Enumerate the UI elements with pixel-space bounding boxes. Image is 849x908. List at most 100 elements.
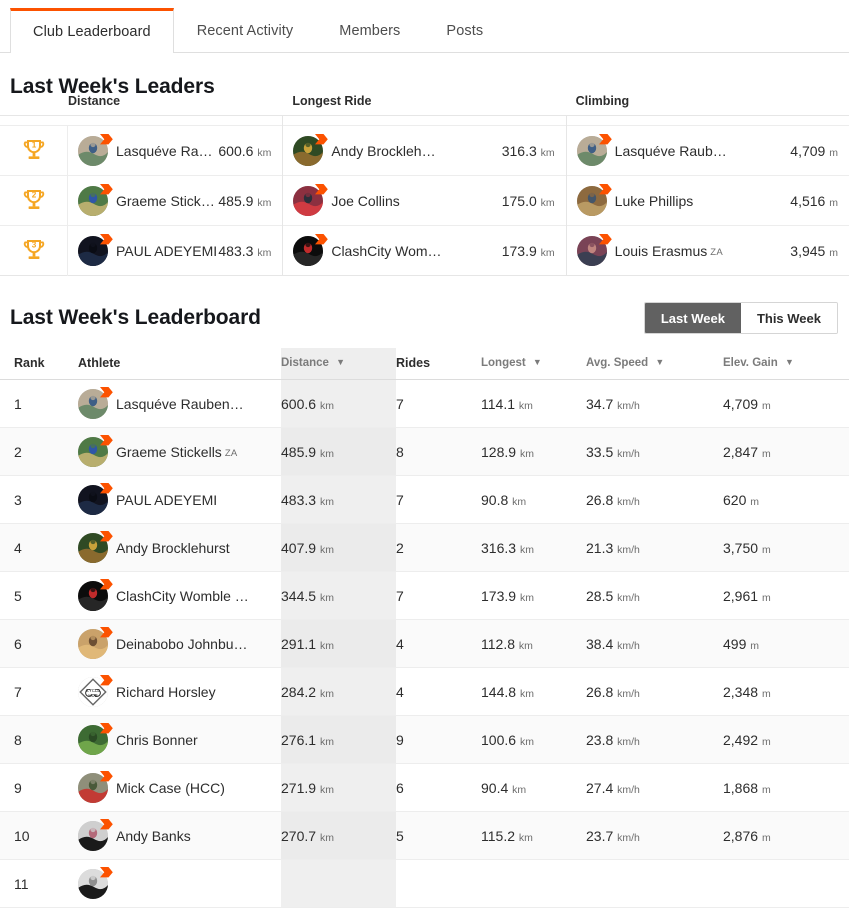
cell-athlete[interactable]: Chris Bonner: [78, 715, 281, 764]
leader-name[interactable]: Luke Phillips: [615, 193, 694, 209]
cell-distance: 407.9 km: [281, 523, 396, 572]
cell-rank: 4: [0, 523, 78, 572]
athlete-name[interactable]: Andy Banks: [116, 828, 191, 844]
avatar[interactable]: [293, 183, 329, 216]
cell-athlete[interactable]: Lasquéve Rauben…: [78, 380, 281, 428]
cell-elev-gain: 4,709 m: [723, 395, 771, 412]
table-row[interactable]: 9 Mick Case (HCC) 271.9 km 6 90.4 km 27.4 km/…: [0, 763, 849, 812]
cell-athlete[interactable]: Andy Brocklehurst: [78, 523, 281, 572]
avatar[interactable]: [293, 233, 329, 266]
column-header-dist[interactable]: Distance ▼: [281, 348, 396, 380]
leader-athlete[interactable]: Lasquéve Raub…: [567, 133, 791, 166]
avatar[interactable]: [78, 626, 113, 659]
avatar[interactable]: [78, 770, 113, 803]
avatar[interactable]: [78, 233, 113, 266]
avatar[interactable]: [78, 866, 113, 899]
cell-athlete[interactable]: Andy Banks: [78, 811, 281, 860]
toggle-this-week[interactable]: This Week: [740, 303, 837, 333]
athlete-name[interactable]: Andy Brocklehurst: [116, 540, 230, 556]
leader-athlete[interactable]: Louis Erasmus ZA: [567, 233, 791, 266]
column-header-long[interactable]: Longest ▼: [481, 348, 586, 380]
leaders-column-longest-ride: Longest Ride1Andy Brockleh…316.3 km2Joe …: [282, 94, 566, 275]
avatar[interactable]: [78, 722, 113, 755]
avatar[interactable]: [78, 818, 113, 851]
leader-row[interactable]: 2 Graeme Stickel… 485.9 km: [0, 175, 283, 226]
cell-athlete[interactable]: Graeme Stickells ZA: [78, 427, 281, 476]
tab-members[interactable]: Members: [316, 8, 423, 52]
leader-row[interactable]: 1Lasquéve Raub…4,709 m: [566, 125, 849, 175]
column-header-elev[interactable]: Elev. Gain ▼: [723, 348, 849, 380]
leader-athlete[interactable]: Lasquéve Raub…: [68, 133, 218, 166]
leader-athlete[interactable]: Luke Phillips: [567, 183, 791, 216]
table-row[interactable]: 5 ClashCity Womble … 344.5 km 7 173.9 km 28.5…: [0, 571, 849, 620]
cell-athlete[interactable]: Mick Case (HCC): [78, 764, 281, 812]
athlete-name[interactable]: Richard Horsley: [116, 684, 216, 700]
leader-value-unit: m: [829, 196, 838, 209]
cell-athlete[interactable]: Deinabobo Johnbu…: [78, 619, 281, 668]
cell-distance: 284.2 km: [281, 667, 396, 716]
athlete-name[interactable]: Chris Bonner: [116, 732, 198, 748]
table-row[interactable]: 1 Lasquéve Rauben… 600.6 km 7 114.1 km 34.7 k…: [0, 379, 849, 428]
leaders-column-header: Distance: [68, 94, 121, 108]
table-row[interactable]: 4 Andy Brocklehurst 407.9 km 2 316.3 km 21.3 …: [0, 523, 849, 572]
avatar[interactable]: [78, 482, 113, 515]
leader-name[interactable]: Lasquéve Raub…: [615, 143, 727, 159]
leader-name[interactable]: Andy Brockleh…: [331, 143, 435, 159]
table-row[interactable]: 2 Graeme Stickells ZA 485.9 km 8 128.9 km 33.5…: [0, 427, 849, 476]
cell-athlete[interactable]: [78, 860, 281, 908]
athlete-name[interactable]: ClashCity Womble …: [116, 588, 249, 604]
athlete-name[interactable]: Graeme Stickells ZA: [116, 444, 238, 460]
cell-longest: 173.9 km: [481, 587, 534, 604]
leader-name[interactable]: Lasquéve Raub…: [116, 143, 218, 159]
leader-name[interactable]: Joe Collins: [331, 193, 399, 209]
tab-club-leaderboard[interactable]: Club Leaderboard: [10, 8, 174, 53]
athlete-name[interactable]: PAUL ADEYEMI: [116, 492, 217, 508]
leader-athlete[interactable]: Andy Brockleh…: [283, 133, 501, 166]
leader-name[interactable]: Graeme Stickel…: [116, 193, 218, 209]
table-row[interactable]: 7 CYCLE HUB Richard Horsley 284.2 km 4 144.8 k…: [0, 667, 849, 716]
leader-row[interactable]: 3Louis ErasmusZA3,945 m: [566, 225, 849, 275]
athlete-name[interactable]: Mick Case (HCC): [116, 780, 225, 796]
leader-row[interactable]: 3 PAUL ADEYEMI 483.3 km: [0, 225, 283, 276]
leader-row[interactable]: 2Luke Phillips4,516 m: [566, 175, 849, 225]
leader-row[interactable]: 2Joe Collins175.0 km: [283, 175, 566, 225]
table-row[interactable]: 10 Andy Banks 270.7 km 5 115.2 km 23.7 km/h 2,…: [0, 811, 849, 860]
tab-recent-activity[interactable]: Recent Activity: [174, 8, 317, 52]
table-row[interactable]: 6 Deinabobo Johnbu… 291.1 km 4 112.8 km 38.4 …: [0, 619, 849, 668]
athlete-name[interactable]: Deinabobo Johnbu…: [116, 636, 248, 652]
leaderboard-table-body: 1 Lasquéve Rauben… 600.6 km 7 114.1 km 34.7 k…: [0, 379, 849, 908]
leader-name[interactable]: PAUL ADEYEMI: [116, 243, 217, 259]
avatar[interactable]: [78, 183, 113, 216]
avatar[interactable]: CYCLE HUB: [78, 674, 113, 707]
leader-row[interactable]: 1 Lasquéve Raub… 600.6 km: [0, 125, 283, 176]
avatar[interactable]: [576, 233, 612, 266]
cell-athlete[interactable]: ClashCity Womble …: [78, 572, 281, 620]
athlete-name[interactable]: Lasquéve Rauben…: [116, 396, 244, 412]
column-header-spd[interactable]: Avg. Speed ▼: [586, 348, 723, 380]
avatar[interactable]: [576, 183, 612, 216]
avatar-image-road-cyclist: [576, 135, 607, 166]
leader-athlete[interactable]: PAUL ADEYEMI: [68, 233, 218, 266]
leader-row[interactable]: 3ClashCity Wom…173.9 km: [283, 225, 566, 275]
avatar[interactable]: [78, 133, 113, 166]
leader-athlete[interactable]: Graeme Stickel…: [68, 183, 218, 216]
toggle-last-week[interactable]: Last Week: [644, 303, 741, 333]
leader-athlete[interactable]: Joe Collins: [283, 183, 501, 216]
avatar[interactable]: [576, 133, 612, 166]
avatar[interactable]: [78, 530, 113, 563]
avatar[interactable]: [293, 133, 329, 166]
leader-name[interactable]: ClashCity Wom…: [331, 243, 441, 259]
leader-athlete[interactable]: ClashCity Wom…: [283, 233, 501, 266]
table-row[interactable]: 8 Chris Bonner 276.1 km 9 100.6 km 23.8 km/h 2…: [0, 715, 849, 764]
cell-athlete[interactable]: CYCLE HUB Richard Horsley: [78, 668, 281, 716]
avatar[interactable]: [78, 578, 113, 611]
table-row[interactable]: 3 PAUL ADEYEMI 483.3 km 7 90.8 km 26.8 km/h 62…: [0, 475, 849, 524]
avatar[interactable]: [78, 434, 113, 467]
leader-row[interactable]: 1Andy Brockleh…316.3 km: [283, 125, 566, 175]
leader-name[interactable]: Louis Erasmus ZA: [615, 243, 723, 259]
table-row[interactable]: 11: [0, 859, 849, 908]
cell-avg-speed: 27.4 km/h: [586, 779, 640, 796]
tab-posts[interactable]: Posts: [423, 8, 506, 52]
cell-athlete[interactable]: PAUL ADEYEMI: [78, 476, 281, 524]
avatar[interactable]: [78, 386, 113, 419]
